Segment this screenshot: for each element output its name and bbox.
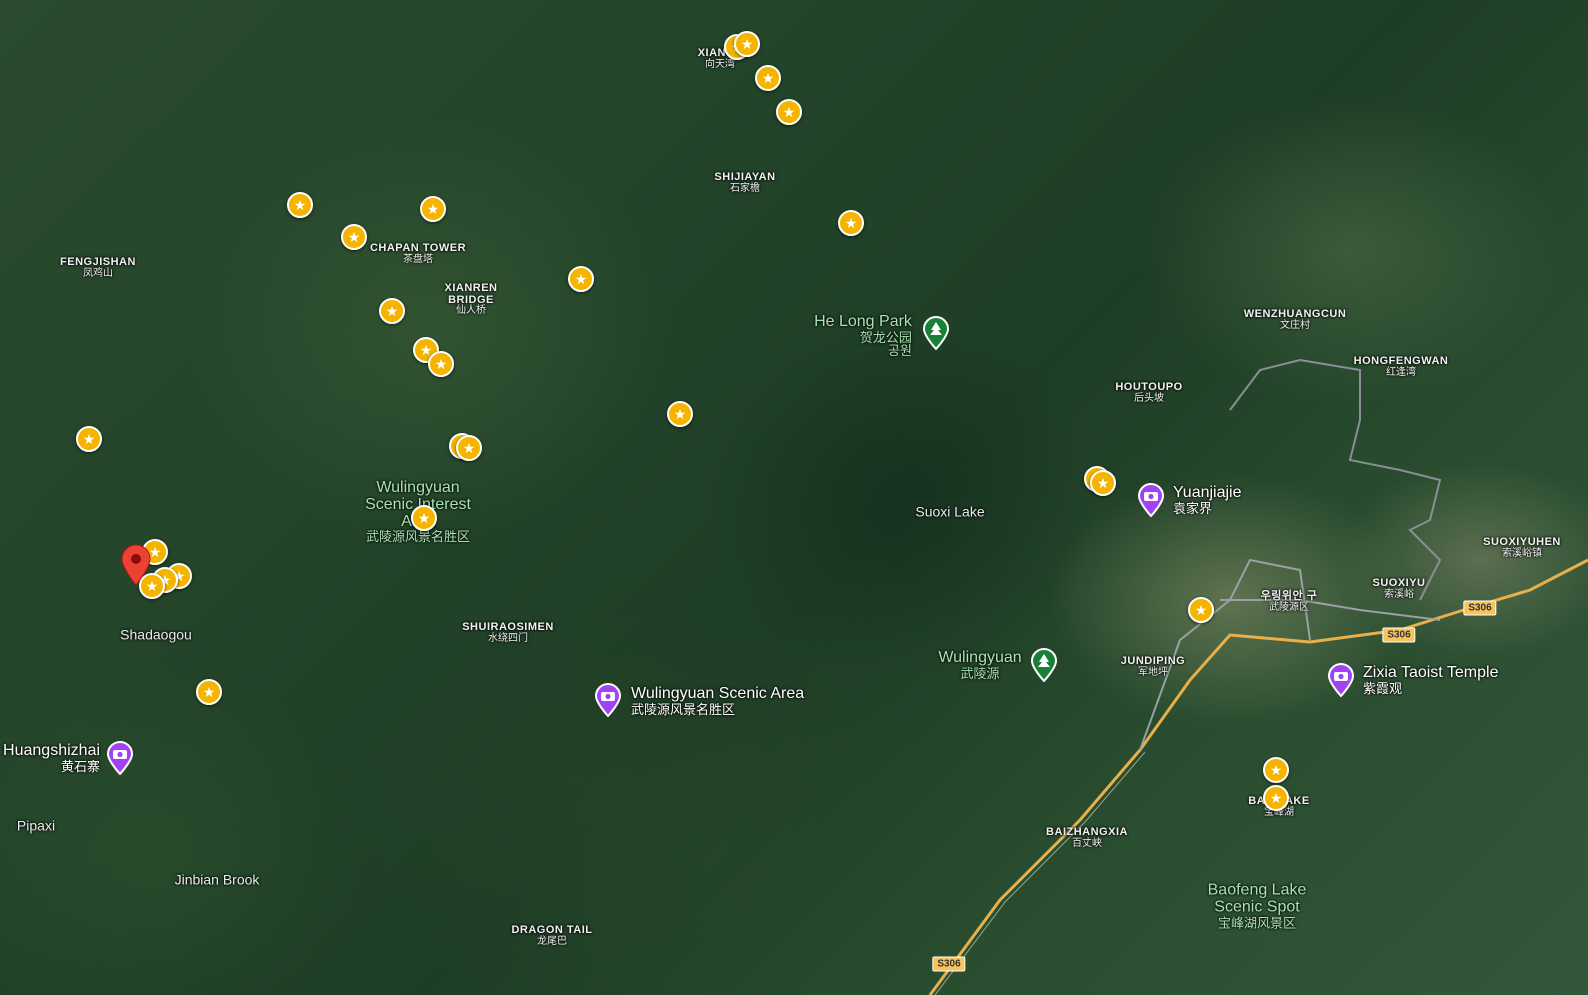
star-icon[interactable]: ★ [1263,785,1289,811]
star-icon[interactable]: ★ [287,192,313,218]
road-shield: S306 [932,956,966,972]
star-icon[interactable]: ★ [838,210,864,236]
attraction-label: Zixia Taoist Temple 紫霞观 [1363,663,1499,696]
camera-icon[interactable] [594,683,622,718]
attraction-label: Yuanjiajie 袁家界 [1173,483,1242,516]
place-label: DRAGON TAIL 龙尾巴 [511,923,593,947]
scenic-area-label: Baofeng Lake Scenic Spot 宝峰湖风景区 [1207,881,1307,930]
place-label: JUNDIPING 军地坪 [1120,654,1186,678]
tree-icon[interactable] [1030,648,1058,683]
place-label: FENGJISHAN 凤鸡山 [60,255,136,279]
place-label: SHIJIAYAN 石家檐 [714,170,776,194]
camera-icon[interactable] [1327,663,1355,698]
road-shield: S306 [1382,627,1416,643]
place-label: HOUTOUPO 后头坡 [1115,380,1183,404]
star-icon[interactable]: ★ [76,426,102,452]
park-label: He Long Park 贺龙公园 공원 [814,312,912,359]
star-icon[interactable]: ★ [776,99,802,125]
place-label: WENZHUANGCUN 文庄村 [1243,307,1347,331]
star-icon[interactable]: ★ [667,401,693,427]
star-icon[interactable]: ★ [1263,757,1289,783]
star-icon[interactable]: ★ [420,196,446,222]
red-location-pin-icon[interactable] [120,544,152,586]
place-label: 우링위안 구 武陵源区 [1260,589,1318,613]
roads-layer [928,358,1588,995]
attraction-label: Wulingyuan Scenic Area 武陵源风景名胜区 [631,684,805,717]
star-icon[interactable]: ★ [411,505,437,531]
place-label: Suoxi Lake [915,503,985,520]
star-icon[interactable]: ★ [755,65,781,91]
star-icon[interactable]: ★ [456,435,482,461]
star-icon[interactable]: ★ [1188,597,1214,623]
star-icon[interactable]: ★ [734,31,760,57]
minor-road [1229,358,1442,601]
star-icon[interactable]: ★ [196,679,222,705]
star-icon[interactable]: ★ [428,351,454,377]
park-label: Wulingyuan 武陵源 [938,648,1022,681]
place-label: HONGFENGWAN 红逢湾 [1353,354,1449,378]
place-label: Jinbian Brook [174,871,260,888]
place-label: BAIZHANGXIA 百丈峡 [1046,825,1128,849]
camera-icon[interactable] [106,741,134,776]
place-label: CHAPAN TOWER 茶盘塔 [369,241,467,265]
place-label: Pipaxi [16,817,56,834]
place-label: XIANREN BRIDGE 仙人桥 [444,282,498,317]
tree-icon[interactable] [922,316,950,351]
star-icon[interactable]: ★ [341,224,367,250]
satellite-map[interactable]: XIANGT 向天湾 SHIJIAYAN 石家檐 FENGJISHAN 凤鸡山 CHA… [0,0,1588,995]
place-label: SUOXIYUHEN 索溪峪镇 [1483,535,1561,559]
road-shield: S306 [1463,600,1497,616]
star-icon[interactable]: ★ [568,266,594,292]
camera-icon[interactable] [1137,483,1165,518]
place-label: SUOXIYU 索溪峪 [1372,576,1426,600]
place-label: SHUIRAOSIMEN 水绕四门 [462,620,554,644]
star-icon[interactable]: ★ [1090,470,1116,496]
place-label: Shadaogou [120,626,192,643]
star-icon[interactable]: ★ [379,298,405,324]
attraction-label: Huangshizhai 黄石寨 [3,741,100,774]
